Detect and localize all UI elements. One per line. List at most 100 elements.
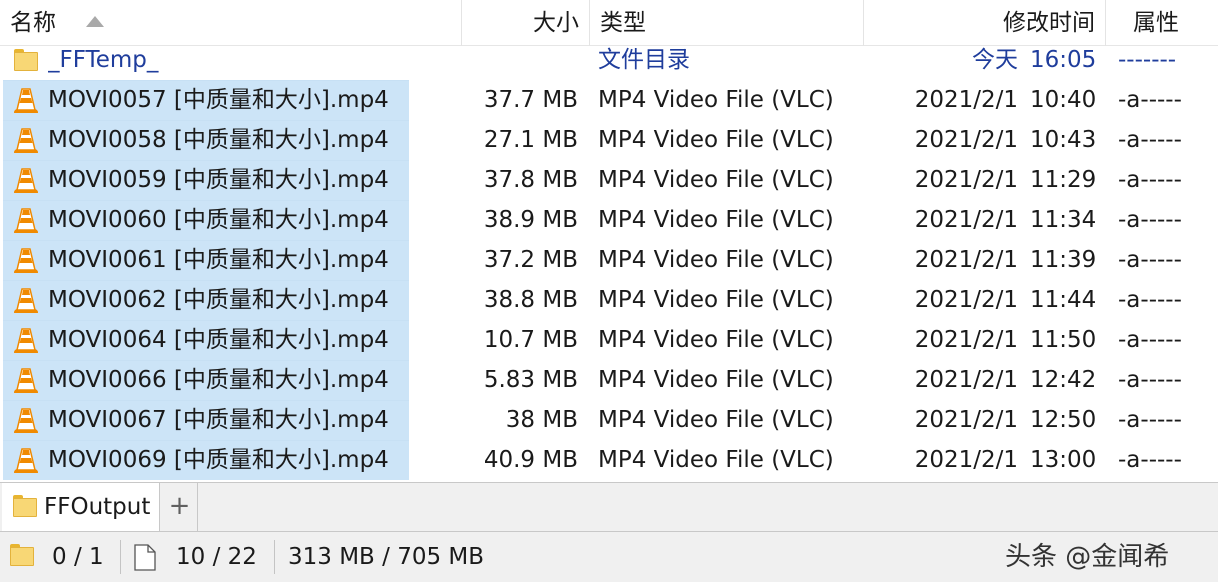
vlc-cone-icon [14, 88, 38, 113]
file-size: 10.7 MB [483, 327, 578, 353]
file-name: MOVI0066 [中质量和大小].mp4 [48, 367, 389, 393]
file-type: MP4 Video File (VLC) [598, 327, 834, 353]
file-size: 37.2 MB [483, 247, 578, 273]
status-divider [120, 540, 121, 574]
column-header-attributes-label: 属性 [1133, 10, 1179, 36]
file-date: 2021/2/1 [914, 207, 1018, 233]
file-attributes: -a----- [1118, 327, 1182, 353]
status-folder-count: 0 / 1 [52, 544, 104, 570]
file-name: MOVI0067 [中质量和大小].mp4 [48, 407, 389, 433]
file-type: MP4 Video File (VLC) [598, 447, 834, 473]
vlc-cone-icon [14, 408, 38, 433]
file-date: 2021/2/1 [914, 87, 1018, 113]
file-name: MOVI0064 [中质量和大小].mp4 [48, 327, 389, 353]
tab-label: FFOutput [44, 494, 151, 520]
add-tab-button[interactable]: + [162, 483, 198, 531]
file-row[interactable]: MOVI0067 [中质量和大小].mp4 38 MB MP4 Video File… [0, 400, 1218, 440]
file-type: MP4 Video File (VLC) [598, 247, 834, 273]
file-size: 37.8 MB [483, 167, 578, 193]
file-type: MP4 Video File (VLC) [598, 407, 834, 433]
file-row[interactable]: MOVI0057 [中质量和大小].mp4 37.7 MB MP4 Video Fi… [0, 80, 1218, 120]
status-size: 313 MB / 705 MB [288, 544, 485, 570]
file-attributes: -a----- [1118, 367, 1182, 393]
file-row[interactable]: MOVI0058 [中质量和大小].mp4 27.1 MB MP4 Video Fi… [0, 120, 1218, 160]
tab-bar: FFOutput + [0, 482, 1218, 532]
file-attributes: -a----- [1118, 247, 1182, 273]
file-row[interactable]: MOVI0059 [中质量和大小].mp4 37.8 MB MP4 Video Fi… [0, 160, 1218, 200]
vlc-cone-icon [14, 208, 38, 233]
file-time: 11:34 [1030, 207, 1097, 233]
file-name: MOVI0059 [中质量和大小].mp4 [48, 167, 389, 193]
file-date: 2021/2/1 [914, 367, 1018, 393]
file-name: MOVI0060 [中质量和大小].mp4 [48, 207, 389, 233]
file-date: 2021/2/1 [914, 407, 1018, 433]
file-type: MP4 Video File (VLC) [598, 167, 834, 193]
status-file-count: 10 / 22 [176, 544, 257, 570]
file-name: MOVI0062 [中质量和大小].mp4 [48, 287, 389, 313]
file-name: MOVI0057 [中质量和大小].mp4 [48, 87, 389, 113]
file-row[interactable]: MOVI0069 [中质量和大小].mp4 40.9 MB MP4 Video Fi… [0, 440, 1218, 480]
file-size: 38.9 MB [483, 207, 578, 233]
file-size: 38.8 MB [483, 287, 578, 313]
file-name: MOVI0061 [中质量和大小].mp4 [48, 247, 389, 273]
file-time: 13:00 [1030, 447, 1097, 473]
vlc-cone-icon [14, 288, 38, 313]
file-attributes: -a----- [1118, 407, 1182, 433]
folder-attributes: ------- [1118, 47, 1177, 73]
vlc-cone-icon [14, 128, 38, 153]
file-name: MOVI0069 [中质量和大小].mp4 [48, 447, 389, 473]
file-time: 11:50 [1030, 327, 1097, 353]
file-date: 2021/2/1 [914, 287, 1018, 313]
file-size: 38 MB [505, 407, 578, 433]
file-date: 2021/2/1 [914, 327, 1018, 353]
status-bar: 0 / 1 10 / 22 313 MB / 705 MB 头条 @金闻希 [0, 532, 1218, 582]
file-date: 2021/2/1 [914, 447, 1018, 473]
column-header-size-label: 大小 [533, 10, 579, 36]
file-attributes: -a----- [1118, 127, 1182, 153]
file-size: 37.7 MB [483, 87, 578, 113]
file-time: 12:42 [1030, 367, 1097, 393]
file-date: 2021/2/1 [914, 127, 1018, 153]
file-attributes: -a----- [1118, 287, 1182, 313]
folder-date: 今天 [972, 47, 1018, 73]
folder-type: 文件目录 [598, 47, 690, 73]
column-header-type-label: 类型 [600, 10, 646, 36]
column-header-modified-label: 修改时间 [1003, 10, 1095, 36]
file-list: _FFTemp_ 文件目录 今天 16:05 ------- MOVI0057 … [0, 40, 1218, 480]
file-row[interactable]: MOVI0062 [中质量和大小].mp4 38.8 MB MP4 Video Fi… [0, 280, 1218, 320]
file-row[interactable]: MOVI0060 [中质量和大小].mp4 38.9 MB MP4 Video Fi… [0, 200, 1218, 240]
file-time: 12:50 [1030, 407, 1097, 433]
vlc-cone-icon [14, 328, 38, 353]
file-row[interactable]: MOVI0061 [中质量和大小].mp4 37.2 MB MP4 Video Fi… [0, 240, 1218, 280]
vlc-cone-icon [14, 248, 38, 273]
file-time: 11:29 [1030, 167, 1097, 193]
folder-icon [13, 495, 37, 517]
file-time: 10:40 [1030, 87, 1097, 113]
file-type: MP4 Video File (VLC) [598, 87, 834, 113]
file-type: MP4 Video File (VLC) [598, 207, 834, 233]
file-size: 40.9 MB [483, 447, 578, 473]
vlc-cone-icon [14, 448, 38, 473]
status-divider [274, 540, 275, 574]
tab-ffoutput[interactable]: FFOutput [2, 483, 160, 531]
folder-count-icon [10, 544, 34, 566]
file-type: MP4 Video File (VLC) [598, 367, 834, 393]
file-time: 11:44 [1030, 287, 1097, 313]
sort-ascending-icon [86, 16, 104, 27]
file-type: MP4 Video File (VLC) [598, 287, 834, 313]
file-row[interactable]: MOVI0066 [中质量和大小].mp4 5.83 MB MP4 Video Fi… [0, 360, 1218, 400]
file-attributes: -a----- [1118, 167, 1182, 193]
file-time: 11:39 [1030, 247, 1097, 273]
vlc-cone-icon [14, 368, 38, 393]
file-date: 2021/2/1 [914, 167, 1018, 193]
file-count-icon [134, 544, 156, 571]
folder-name: _FFTemp_ [48, 47, 159, 73]
file-attributes: -a----- [1118, 447, 1182, 473]
file-type: MP4 Video File (VLC) [598, 127, 834, 153]
column-header-name-label: 名称 [10, 10, 56, 36]
file-size: 5.83 MB [483, 367, 578, 393]
file-date: 2021/2/1 [914, 247, 1018, 273]
folder-row[interactable]: _FFTemp_ 文件目录 今天 16:05 ------- [0, 40, 1218, 80]
file-row[interactable]: MOVI0064 [中质量和大小].mp4 10.7 MB MP4 Video Fi… [0, 320, 1218, 360]
folder-icon [14, 49, 38, 71]
